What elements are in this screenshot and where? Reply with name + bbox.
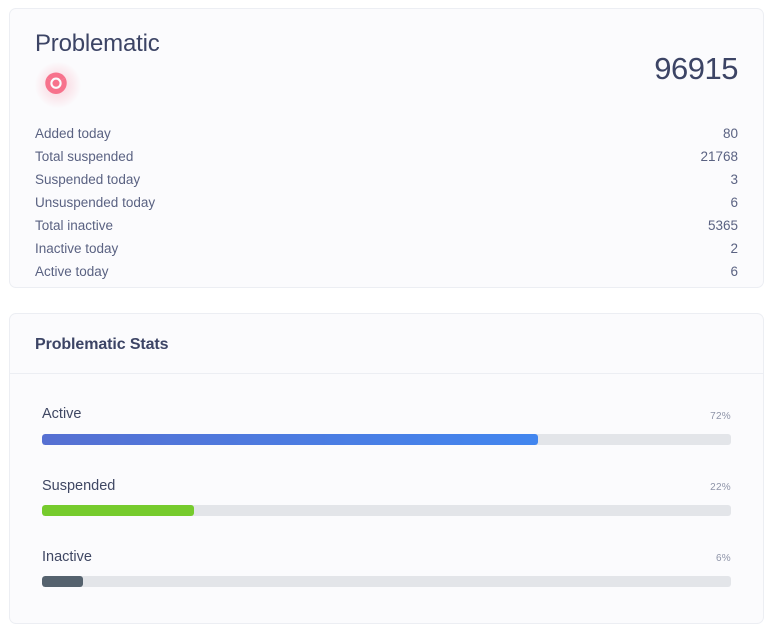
progress-block-suspended: Suspended 22% xyxy=(42,478,731,516)
stat-label: Suspended today xyxy=(35,171,141,187)
stat-value: 3 xyxy=(730,171,738,187)
radiation-icon xyxy=(45,72,67,95)
stat-value: 5365 xyxy=(707,217,738,233)
stat-row-total-inactive: Total inactive 5365 xyxy=(35,214,738,237)
stat-label: Unsuspended today xyxy=(35,194,156,210)
stat-row-inactive-today: Inactive today 2 xyxy=(35,237,738,260)
progress-track xyxy=(42,576,731,588)
progress-percent-label: 22% xyxy=(710,481,731,493)
stats-card-title: Problematic Stats xyxy=(35,336,169,353)
stat-value: 21768 xyxy=(700,148,738,164)
stat-value: 6 xyxy=(730,194,738,210)
progress-block-inactive: Inactive 6% xyxy=(42,549,731,588)
progress-label: Active xyxy=(42,406,82,423)
problematic-stats-card: Problematic Stats Active 72% Suspended 2… xyxy=(9,313,764,624)
stat-row-suspended-today: Suspended today 3 xyxy=(35,168,738,191)
progress-track xyxy=(42,433,731,445)
progress-fill xyxy=(42,504,194,516)
progress-head: Inactive 6% xyxy=(42,549,731,566)
dashboard-page: Problematic 96915 Added today 80 Total s… xyxy=(0,0,773,639)
stat-label: Active today xyxy=(35,263,109,279)
summary-stat-list: Added today 80 Total suspended 21768 Sus… xyxy=(35,122,738,283)
progress-fill xyxy=(42,576,84,588)
progress-label: Suspended xyxy=(42,477,116,494)
stats-card-header: Problematic Stats xyxy=(10,314,763,375)
progress-head: Suspended 22% xyxy=(42,478,731,495)
stat-row-total-suspended: Total suspended 21768 xyxy=(35,145,738,168)
stat-label: Total suspended xyxy=(35,148,134,164)
stat-row-active-today: Active today 6 xyxy=(35,260,738,283)
progress-label: Inactive xyxy=(42,548,92,565)
stat-label: Total inactive xyxy=(35,217,114,233)
summary-header: Problematic 96915 xyxy=(35,30,738,109)
stat-value: 2 xyxy=(730,240,738,256)
progress-percent-label: 6% xyxy=(715,553,731,565)
problematic-total-count: 96915 xyxy=(654,51,738,86)
summary-header-left: Problematic xyxy=(35,30,160,109)
stat-label: Added today xyxy=(35,125,111,141)
stat-value: 6 xyxy=(730,263,738,279)
stat-label: Inactive today xyxy=(35,240,119,256)
progress-percent-label: 72% xyxy=(710,410,731,422)
stat-value: 80 xyxy=(722,125,738,141)
problematic-summary-card: Problematic 96915 Added today 80 Total s… xyxy=(9,8,764,288)
stat-row-unsuspended-today: Unsuspended today 6 xyxy=(35,191,738,214)
summary-card-inner: Problematic 96915 Added today 80 Total s… xyxy=(10,9,763,287)
page-title: Problematic xyxy=(35,30,160,57)
progress-track xyxy=(42,504,731,516)
progress-fill xyxy=(42,433,539,445)
progress-head: Active 72% xyxy=(42,406,731,423)
card-spacer xyxy=(9,288,764,313)
radiation-icon-wrapper xyxy=(35,62,81,109)
stat-row-added-today: Added today 80 xyxy=(35,122,738,145)
stats-card-body: Active 72% Suspended 22% Inactive 6% xyxy=(10,374,763,623)
progress-block-active: Active 72% xyxy=(42,406,731,445)
